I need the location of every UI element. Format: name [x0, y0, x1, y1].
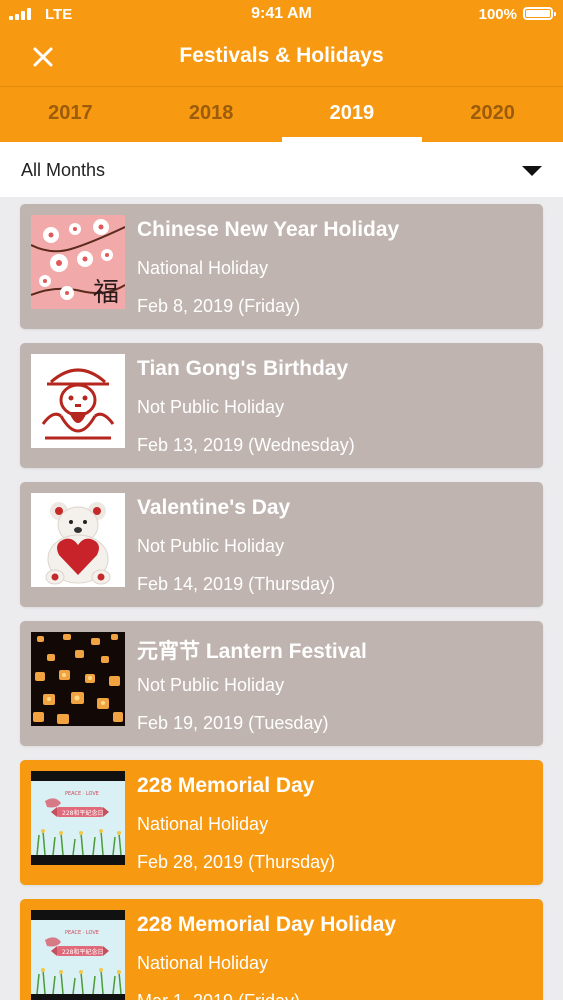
year-tabs: 2017 2018 2019 2020 [0, 87, 563, 142]
holiday-type: Not Public Holiday [137, 397, 285, 417]
holiday-type: National Holiday [137, 814, 269, 834]
holiday-title: 228 Memorial Day [137, 774, 315, 797]
holiday-date: Feb 14, 2019 (Thursday) [137, 574, 336, 594]
holiday-date: Feb 28, 2019 (Thursday) [137, 852, 336, 872]
page-title: Festivals & Holidays [179, 44, 384, 67]
tab-2017[interactable]: 2017 [0, 87, 141, 142]
tab-2019[interactable]: 2019 [281, 87, 423, 142]
holiday-type: Not Public Holiday [137, 536, 285, 556]
battery-percentage: 100% [478, 6, 517, 23]
holiday-date: Feb 19, 2019 (Tuesday) [137, 713, 329, 733]
svg-text:228和平紀念日: 228和平紀念日 [62, 809, 103, 817]
month-filter-value: All Months [21, 160, 106, 180]
teddy-bear-heart-image [31, 493, 125, 587]
svg-text:福: 福 [93, 278, 119, 308]
peace-love-memorial-image: PEACE · LOVE 228和平紀念日 [31, 910, 125, 1000]
holiday-card[interactable]: PEACE · LOVE 228和平紀念日 [20, 899, 543, 1000]
holiday-title: Tian Gong's Birthday [137, 357, 349, 380]
holiday-title: 228 Memorial Day Holiday [137, 913, 397, 936]
holiday-list[interactable]: 福 Chinese New Year Holiday National Holi… [0, 197, 563, 1000]
holiday-type: National Holiday [137, 258, 269, 278]
holiday-type: Not Public Holiday [137, 675, 285, 695]
jade-emperor-papercut-image [31, 354, 125, 448]
holiday-date: Feb 13, 2019 (Wednesday) [137, 435, 355, 455]
dropdown-arrow-icon [522, 166, 542, 176]
holiday-date: Mar 1, 2019 (Friday) [137, 991, 300, 1000]
holiday-card[interactable]: 福 Chinese New Year Holiday National Holi… [20, 204, 543, 329]
holiday-title: 元宵节 Lantern Festival [137, 640, 367, 663]
holiday-card[interactable]: 元宵节 Lantern Festival Not Public Holiday … [20, 621, 543, 746]
tab-2020[interactable]: 2020 [422, 87, 563, 142]
svg-text:PEACE · LOVE: PEACE · LOVE [65, 930, 99, 936]
month-filter-dropdown[interactable]: All Months [0, 142, 563, 197]
sky-lanterns-image [31, 632, 125, 726]
battery-icon [523, 7, 556, 20]
festivals-screen: LTE 9:41 AM 100% Festivals & Holidays 20… [0, 0, 563, 1000]
holiday-title: Chinese New Year Holiday [137, 218, 400, 241]
navigation-bar: Festivals & Holidays [0, 30, 563, 87]
holiday-card[interactable]: Tian Gong's Birthday Not Public Holiday … [20, 343, 543, 468]
plum-blossom-fu-image: 福 [31, 215, 125, 309]
holiday-type: National Holiday [137, 953, 269, 973]
svg-text:228和平紀念日: 228和平紀念日 [62, 948, 103, 956]
tab-2018[interactable]: 2018 [141, 87, 282, 142]
holiday-card[interactable]: Valentine's Day Not Public Holiday Feb 1… [20, 482, 543, 607]
holiday-date: Feb 8, 2019 (Friday) [137, 296, 301, 316]
status-bar: LTE 9:41 AM 100% [0, 0, 563, 30]
svg-text:PEACE · LOVE: PEACE · LOVE [65, 791, 99, 797]
holiday-card[interactable]: PEACE · LOVE 228和平紀念日 [20, 760, 543, 885]
holiday-title: Valentine's Day [137, 496, 291, 519]
peace-love-memorial-image: PEACE · LOVE 228和平紀念日 [31, 771, 125, 865]
